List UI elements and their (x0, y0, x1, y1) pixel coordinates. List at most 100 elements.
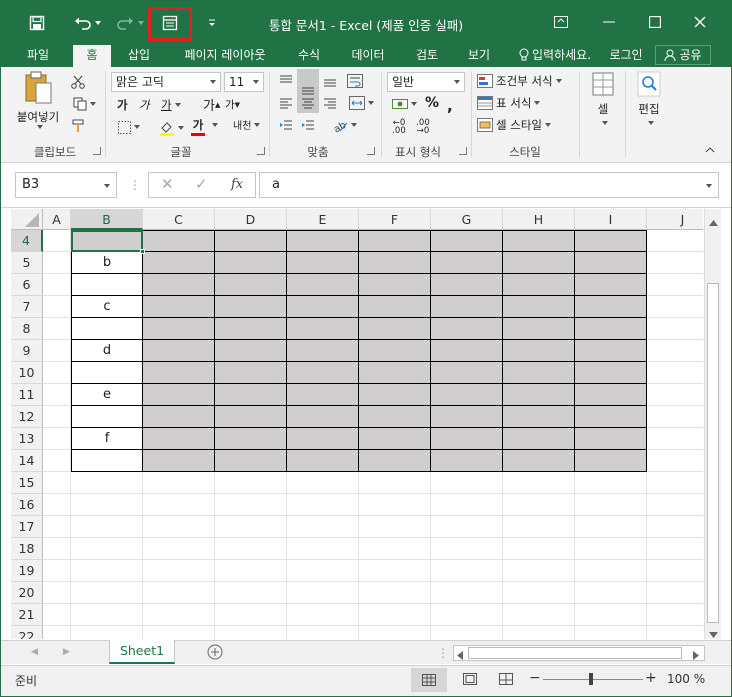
alignment-launcher-icon[interactable] (367, 147, 375, 155)
cell-j17[interactable] (647, 516, 703, 538)
row-header-18[interactable]: 18 (11, 538, 43, 560)
cell-c18[interactable] (143, 538, 215, 560)
cell-i13[interactable] (575, 428, 647, 450)
align-bottom-icon[interactable] (321, 73, 339, 89)
scroll-down-icon[interactable] (709, 627, 718, 641)
orientation-icon[interactable]: ab (329, 117, 359, 133)
cell-j10[interactable] (647, 362, 703, 384)
cell-d11[interactable] (215, 384, 287, 406)
cell-b6[interactable] (71, 274, 143, 296)
cell-h12[interactable] (503, 406, 575, 428)
cell-g7[interactable] (431, 296, 503, 318)
cell-h17[interactable] (503, 516, 575, 538)
fill-handle[interactable] (140, 249, 145, 254)
cell-e7[interactable] (287, 296, 359, 318)
cell-a18[interactable] (43, 538, 71, 560)
cell-e12[interactable] (287, 406, 359, 428)
row-header-5[interactable]: 5 (11, 252, 43, 274)
cell-a12[interactable] (43, 406, 71, 428)
cell-h14[interactable] (503, 450, 575, 472)
cell-d9[interactable] (215, 340, 287, 362)
row-header-15[interactable]: 15 (11, 472, 43, 494)
cell-c21[interactable] (143, 604, 215, 626)
cell-b11[interactable]: e (71, 384, 143, 406)
row-header-9[interactable]: 9 (11, 340, 43, 362)
row-header-22[interactable]: 22 (11, 626, 43, 639)
cell-h4[interactable] (503, 230, 575, 252)
cell-j20[interactable] (647, 582, 703, 604)
column-header-c[interactable]: C (143, 209, 215, 230)
cell-b16[interactable] (71, 494, 143, 516)
cell-i19[interactable] (575, 560, 647, 582)
cell-b7[interactable]: c (71, 296, 143, 318)
cell-c13[interactable] (143, 428, 215, 450)
cell-d15[interactable] (215, 472, 287, 494)
cell-e22[interactable] (287, 626, 359, 639)
cell-e6[interactable] (287, 274, 359, 296)
cell-h18[interactable] (503, 538, 575, 560)
cell-e10[interactable] (287, 362, 359, 384)
cell-e20[interactable] (287, 582, 359, 604)
column-header-d[interactable]: D (215, 209, 287, 230)
cell-g5[interactable] (431, 252, 503, 274)
cell-f9[interactable] (359, 340, 431, 362)
undo-dropdown-icon[interactable] (89, 9, 103, 37)
cell-j18[interactable] (647, 538, 703, 560)
cell-c16[interactable] (143, 494, 215, 516)
column-header-f[interactable]: F (359, 209, 431, 230)
cell-f17[interactable] (359, 516, 431, 538)
close-icon[interactable] (685, 11, 715, 33)
cell-b21[interactable] (71, 604, 143, 626)
paste-button[interactable]: 붙여넣기 (15, 71, 61, 137)
number-format-select[interactable]: 일반 (387, 72, 465, 92)
cancel-icon[interactable]: ✕ (161, 175, 174, 193)
cell-b18[interactable] (71, 538, 143, 560)
horizontal-scrollbar[interactable] (453, 645, 705, 661)
increase-indent-icon[interactable] (299, 117, 317, 133)
cell-a10[interactable] (43, 362, 71, 384)
cell-g22[interactable] (431, 626, 503, 639)
editing-button[interactable]: 편집 (631, 71, 667, 125)
cell-g17[interactable] (431, 516, 503, 538)
cell-j11[interactable] (647, 384, 703, 406)
wrap-text-icon[interactable] (345, 73, 365, 89)
cell-d5[interactable] (215, 252, 287, 274)
cell-a16[interactable] (43, 494, 71, 516)
tab-view[interactable]: 보기 (459, 43, 499, 67)
cell-f18[interactable] (359, 538, 431, 560)
cell-h10[interactable] (503, 362, 575, 384)
cell-f11[interactable] (359, 384, 431, 406)
cell-c9[interactable] (143, 340, 215, 362)
horizontal-scroll-thumb[interactable] (468, 647, 682, 659)
cell-j7[interactable] (647, 296, 703, 318)
cell-g12[interactable] (431, 406, 503, 428)
cell-g8[interactable] (431, 318, 503, 340)
insert-function-button[interactable]: fx (231, 177, 243, 192)
cell-f15[interactable] (359, 472, 431, 494)
cell-i4[interactable] (575, 230, 647, 252)
increase-font-button[interactable]: 가 ▲ (203, 95, 220, 114)
borders-icon[interactable] (115, 119, 143, 135)
row-header-20[interactable]: 20 (11, 582, 43, 604)
select-all-button[interactable] (11, 209, 43, 230)
cell-e8[interactable] (287, 318, 359, 340)
cell-e21[interactable] (287, 604, 359, 626)
cell-g19[interactable] (431, 560, 503, 582)
cell-e5[interactable] (287, 252, 359, 274)
cut-icon[interactable] (69, 73, 87, 91)
cell-d7[interactable] (215, 296, 287, 318)
cell-c22[interactable] (143, 626, 215, 639)
save-icon[interactable] (23, 9, 51, 37)
cell-a22[interactable] (43, 626, 71, 639)
tab-data[interactable]: 데이터 (341, 43, 395, 67)
comma-style-icon[interactable]: , (447, 97, 453, 115)
cell-g11[interactable] (431, 384, 503, 406)
zoom-level[interactable]: 100 % (667, 672, 705, 686)
underline-button[interactable]: 가 (161, 97, 181, 113)
cell-i16[interactable] (575, 494, 647, 516)
new-sheet-icon[interactable] (207, 644, 223, 663)
cell-e19[interactable] (287, 560, 359, 582)
bold-button[interactable]: 가 (117, 97, 128, 113)
cell-c8[interactable] (143, 318, 215, 340)
normal-view-icon[interactable] (411, 668, 447, 692)
